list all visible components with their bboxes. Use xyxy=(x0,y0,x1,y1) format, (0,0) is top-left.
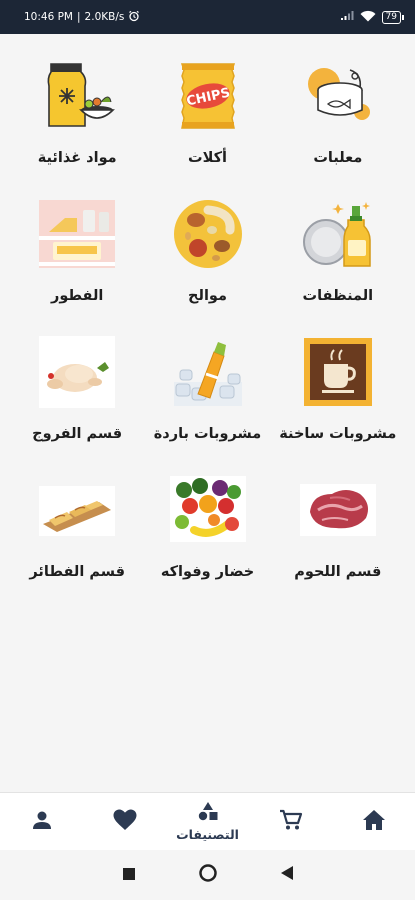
meat-icon xyxy=(299,472,376,548)
hot-drink-icon xyxy=(300,334,376,410)
category-breakfast[interactable]: الفطور xyxy=(12,196,142,312)
category-label: المنظفات xyxy=(302,288,374,304)
category-nuts[interactable]: موالح xyxy=(142,196,272,312)
category-label: مشروبات باردة xyxy=(153,426,262,442)
category-label: موالح xyxy=(188,288,227,304)
fruits-vegetables-icon xyxy=(169,472,246,548)
category-label: قسم اللحوم xyxy=(294,564,382,580)
category-groceries[interactable]: مواد غذائية xyxy=(12,58,142,174)
cart-icon xyxy=(279,809,303,835)
category-label: قسم الفطائر xyxy=(29,564,125,580)
category-hot-drinks[interactable]: مشروبات ساخنة xyxy=(273,334,403,450)
category-canned[interactable]: معلبات xyxy=(273,58,403,174)
home-icon xyxy=(362,809,386,835)
categories-grid: معلبات CHIPS أكلات مواد غذائية المنظفات … xyxy=(0,34,415,588)
status-time: 10:46 PM xyxy=(24,11,73,23)
cold-drink-icon xyxy=(170,334,246,410)
wifi-icon xyxy=(360,10,376,25)
status-divider: | xyxy=(77,11,81,23)
nav-favorites[interactable] xyxy=(90,794,160,850)
nav-categories[interactable]: التصنيفات xyxy=(173,794,243,850)
home-system-button[interactable] xyxy=(198,863,218,887)
nav-profile[interactable] xyxy=(7,794,77,850)
back-button[interactable] xyxy=(280,865,294,885)
category-pastries[interactable]: قسم الفطائر xyxy=(12,472,142,588)
nav-home[interactable] xyxy=(339,794,409,850)
system-nav-bar xyxy=(0,850,415,900)
category-meat[interactable]: قسم اللحوم xyxy=(273,472,403,588)
recents-button[interactable] xyxy=(122,866,136,885)
person-icon xyxy=(31,809,53,835)
heart-icon xyxy=(113,809,137,835)
nav-categories-label: التصنيفات xyxy=(176,827,239,842)
category-label: أكلات xyxy=(188,150,227,166)
groceries-icon xyxy=(39,58,116,134)
category-fruits-vegetables[interactable]: خضار وفواكه xyxy=(142,472,272,588)
breakfast-icon xyxy=(39,196,116,272)
bottom-nav: التصنيفات xyxy=(0,792,415,850)
chips-bag-icon: CHIPS xyxy=(170,58,246,134)
nuts-icon xyxy=(170,196,246,272)
chicken-icon xyxy=(39,334,116,410)
category-label: مواد غذائية xyxy=(37,150,117,166)
category-cold-drinks[interactable]: مشروبات باردة xyxy=(142,334,272,450)
category-label: معلبات xyxy=(313,150,363,166)
nav-cart[interactable] xyxy=(256,794,326,850)
battery-icon: 79 xyxy=(381,10,405,24)
detergent-icon xyxy=(300,196,376,272)
alarm-icon xyxy=(128,10,140,25)
category-chicken[interactable]: قسم الفروج xyxy=(12,334,142,450)
status-speed: 2.0KB/s xyxy=(84,11,125,23)
signal-icon xyxy=(340,10,354,24)
categories-icon xyxy=(197,801,219,825)
category-label: الفطور xyxy=(50,288,104,304)
category-detergents[interactable]: المنظفات xyxy=(273,196,403,312)
category-label: خضار وفواكه xyxy=(160,564,255,580)
category-label: مشروبات ساخنة xyxy=(279,426,397,442)
pastries-icon xyxy=(39,472,116,548)
category-snacks[interactable]: CHIPS أكلات xyxy=(142,58,272,174)
category-label: قسم الفروج xyxy=(32,426,123,442)
status-bar: 10:46 PM | 2.0KB/s 79 xyxy=(0,0,415,34)
canned-food-icon xyxy=(300,58,376,134)
